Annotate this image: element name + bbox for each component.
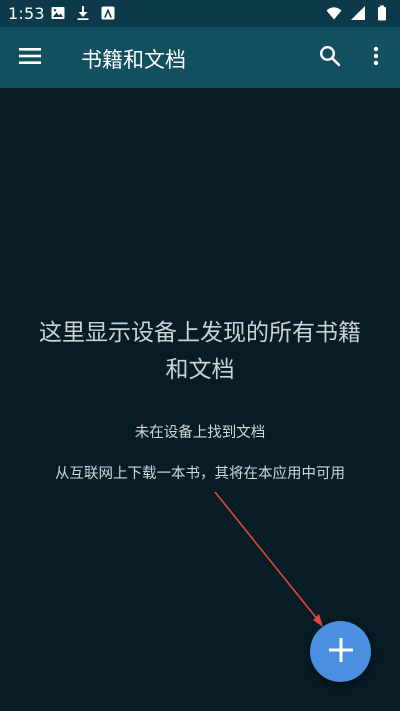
more-vert-icon xyxy=(373,46,379,70)
plus-icon xyxy=(328,637,354,667)
status-system-icons xyxy=(326,5,390,21)
status-notification-icons xyxy=(50,5,116,21)
more-options-button[interactable] xyxy=(358,40,394,76)
menu-icon xyxy=(19,47,41,69)
image-icon xyxy=(50,5,66,21)
empty-state-heading: 这里显示设备上发现的所有书籍和文档 xyxy=(39,320,361,383)
wifi-icon xyxy=(326,5,342,21)
menu-button[interactable] xyxy=(12,40,48,76)
search-button[interactable] xyxy=(312,40,348,76)
status-bar: 1:53 xyxy=(0,0,400,27)
add-book-fab-button[interactable] xyxy=(310,621,371,682)
font-icon xyxy=(100,5,116,21)
empty-state-hint: 从互联网上下载一本书，其将在本应用中可用 xyxy=(55,466,345,482)
empty-state-subtitle: 未在设备上找到文档 xyxy=(134,425,266,441)
signal-icon xyxy=(350,5,366,21)
search-icon xyxy=(319,45,341,71)
screen: 1:53 书籍和文档 这里显示设备上发现的所有书籍和文档 未在设备上找到文档 从… xyxy=(0,0,400,711)
download-icon xyxy=(75,5,91,21)
app-title: 书籍和文档 xyxy=(81,48,186,72)
status-time: 1:53 xyxy=(8,4,45,23)
app-bar: 书籍和文档 xyxy=(0,27,400,88)
battery-icon xyxy=(374,5,390,21)
